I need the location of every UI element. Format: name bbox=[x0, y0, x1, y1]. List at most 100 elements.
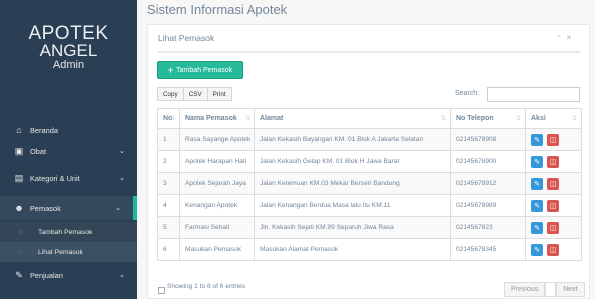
sidebar-subitem-lihat-pemasok[interactable]: Lihat Pemasok bbox=[0, 242, 137, 262]
column-header-nama[interactable]: Nama Pemasok ⇅ bbox=[179, 108, 255, 129]
users-icon: ☻ bbox=[14, 203, 24, 213]
pagination: Previous 1 Next bbox=[504, 282, 585, 297]
supplier-table: No ⇅ Nama Pemasok ⇅ Alamat ⇅ No Telepon ⇅ Ak… bbox=[157, 108, 582, 261]
panel-tools: ⌃✕ bbox=[556, 34, 576, 42]
delete-button[interactable]: ◫ bbox=[547, 155, 559, 168]
pencil-icon: ✎ bbox=[534, 180, 540, 188]
building-icon: ▤ bbox=[14, 172, 24, 183]
sidebar-item-label: Obat bbox=[30, 146, 47, 156]
cell-alamat: Masukan Alamat Pemasok bbox=[254, 238, 451, 261]
cell-no: 2 bbox=[157, 150, 180, 173]
pencil-icon: ✎ bbox=[534, 246, 540, 254]
trash-icon: ◫ bbox=[549, 202, 557, 210]
add-supplier-button[interactable]: + Tambah Pemasok bbox=[157, 61, 243, 79]
chevron-down-icon: ⌄ bbox=[119, 175, 125, 182]
edit-button[interactable]: ✎ bbox=[531, 243, 543, 256]
cell-no-telepon: 02145678345 bbox=[450, 238, 526, 261]
table-row: 6 Masukan Pemasok Masukan Alamat Pemasok 02… bbox=[157, 238, 582, 261]
medkit-icon: ▣ bbox=[14, 145, 24, 156]
brand[interactable]: APOTEK ANGEL Admin bbox=[0, 0, 137, 72]
brand-role: Admin bbox=[52, 59, 85, 71]
bullet-icon bbox=[19, 230, 23, 234]
delete-button[interactable]: ◫ bbox=[547, 199, 559, 212]
cell-aksi: ✎ ◫ bbox=[525, 216, 582, 239]
sidebar-item-label: Penjualan bbox=[30, 270, 63, 280]
cell-aksi: ✎ ◫ bbox=[525, 172, 582, 195]
cell-aksi: ✎ ◫ bbox=[525, 194, 582, 217]
trash-icon: ◫ bbox=[549, 158, 557, 166]
delete-button[interactable]: ◫ bbox=[547, 221, 559, 234]
cell-no: 1 bbox=[157, 128, 180, 151]
pencil-icon: ✎ bbox=[534, 136, 540, 144]
cell-nama-pemasok: Kenangan Apotek bbox=[179, 194, 255, 217]
home-icon: ⌂ bbox=[16, 125, 22, 135]
collapse-icon[interactable]: ⌃ bbox=[556, 35, 566, 42]
trash-icon: ◫ bbox=[549, 224, 557, 232]
search-label: Search: bbox=[455, 90, 480, 97]
column-header-alamat[interactable]: Alamat ⇅ bbox=[254, 108, 451, 129]
cell-alamat: Jalan Kekasih Gelap KM. 01 Blok H Jawa B… bbox=[254, 150, 451, 173]
delete-button[interactable]: ◫ bbox=[547, 133, 559, 146]
table-row: 4 Kenangan Apotek Jalan Kenangan Berdua Ma… bbox=[157, 194, 582, 217]
edit-button[interactable]: ✎ bbox=[531, 221, 543, 234]
cell-alamat: Jln. Kekasih Sejati KM.99 Separuh Jiwa R… bbox=[254, 216, 451, 239]
trash-icon: ◫ bbox=[549, 180, 557, 188]
copy-button[interactable]: Copy bbox=[157, 87, 184, 101]
sidebar-item-kategori-unit[interactable]: ▤ Kategori & Unit ⌄ bbox=[0, 166, 137, 190]
pencil-icon: ✎ bbox=[534, 158, 540, 166]
column-header-no[interactable]: No ⇅ bbox=[157, 108, 180, 129]
edit-button[interactable]: ✎ bbox=[531, 199, 543, 212]
sort-icon: ⇅ bbox=[169, 116, 175, 122]
delete-button[interactable]: ◫ bbox=[547, 243, 559, 256]
table-row: 3 Apotek Sejarah Jaya Jalan Ketemuan KM.03… bbox=[157, 172, 582, 195]
sidebar-item-obat[interactable]: ▣ Obat ⌄ bbox=[0, 139, 137, 163]
cell-alamat: Jalan Ketemuan KM.03 Mekar Berseri Bandu… bbox=[254, 172, 451, 195]
column-header-aksi[interactable]: Aksi ⇅ bbox=[525, 108, 582, 129]
table-row: 5 Farmasi Sehati Jln. Kekasih Sejati KM.99… bbox=[157, 216, 582, 239]
panel-title: Lihat Pemasok bbox=[158, 33, 215, 43]
cell-nama-pemasok: Farmasi Sehati bbox=[179, 216, 255, 239]
entries-info: Showing 1 to 6 of 6 entries bbox=[167, 283, 246, 290]
table-row: 1 Rasa Sayange Apotek Jalan Kekasih Bayang… bbox=[157, 128, 582, 151]
chevron-down-icon: ⌄ bbox=[119, 148, 125, 155]
print-button[interactable]: Print bbox=[207, 87, 232, 101]
sidebar-submenu-pemasok: Tambah Pemasok Lihat Pemasok bbox=[0, 222, 137, 262]
cell-no-telepon: 02145678989 bbox=[450, 194, 526, 217]
edit-button[interactable]: ✎ bbox=[531, 133, 543, 146]
export-buttons: Copy CSV Print bbox=[157, 87, 232, 101]
trash-icon: ◫ bbox=[549, 246, 557, 254]
cell-alamat: Jalan Kenangan Berdua Masa lalu Itu KM.1… bbox=[254, 194, 451, 217]
edit-button[interactable]: ✎ bbox=[531, 155, 543, 168]
search-input[interactable] bbox=[487, 87, 580, 102]
table-info: Showing 1 to 6 of 6 entries bbox=[158, 283, 245, 294]
cell-no: 4 bbox=[157, 194, 180, 217]
cell-nama-pemasok: Rasa Sayange Apotek bbox=[179, 128, 255, 151]
sidebar-item-pemasok[interactable]: ☻ Pemasok ⌄ bbox=[0, 196, 137, 220]
close-icon[interactable]: ✕ bbox=[566, 35, 576, 42]
delete-button[interactable]: ◫ bbox=[547, 177, 559, 190]
previous-button[interactable]: Previous bbox=[504, 282, 546, 297]
next-button[interactable]: Next bbox=[556, 282, 585, 297]
cell-aksi: ✎ ◫ bbox=[525, 150, 582, 173]
cell-nama-pemasok: Masukan Pemasok bbox=[179, 238, 255, 261]
column-header-telepon[interactable]: No Telepon ⇅ bbox=[450, 108, 526, 129]
edit-icon: ✎ bbox=[15, 269, 23, 280]
sidebar-item-label: Beranda bbox=[30, 125, 58, 135]
broken-image-icon bbox=[158, 287, 165, 294]
edit-button[interactable]: ✎ bbox=[531, 177, 543, 190]
content-panel: Lihat Pemasok ⌃✕ + Tambah Pemasok Copy C… bbox=[147, 24, 590, 299]
sidebar: APOTEK ANGEL Admin ⌂ Beranda ▣ Obat ⌄ ▤ … bbox=[0, 0, 137, 299]
cell-no-telepon: 02145678908 bbox=[450, 128, 526, 151]
cell-alamat: Jalan Kekasih Bayangan KM. 01 Blok A Jak… bbox=[254, 128, 451, 151]
sidebar-subitem-label: Tambah Pemasok bbox=[38, 228, 93, 236]
panel-header: Lihat Pemasok ⌃✕ bbox=[158, 33, 580, 53]
pencil-icon: ✎ bbox=[534, 224, 540, 232]
cell-nama-pemasok: Apotek Sejarah Jaya bbox=[179, 172, 255, 195]
csv-button[interactable]: CSV bbox=[183, 87, 208, 101]
sidebar-subitem-tambah-pemasok[interactable]: Tambah Pemasok bbox=[0, 222, 137, 242]
page-title: Sistem Informasi Apotek bbox=[147, 2, 288, 17]
sidebar-item-label: Pemasok bbox=[30, 203, 61, 213]
page-1-button[interactable]: 1 bbox=[545, 282, 557, 297]
cell-no: 6 bbox=[157, 238, 180, 261]
sidebar-item-penjualan[interactable]: ✎ Penjualan ⌄ bbox=[0, 263, 137, 287]
